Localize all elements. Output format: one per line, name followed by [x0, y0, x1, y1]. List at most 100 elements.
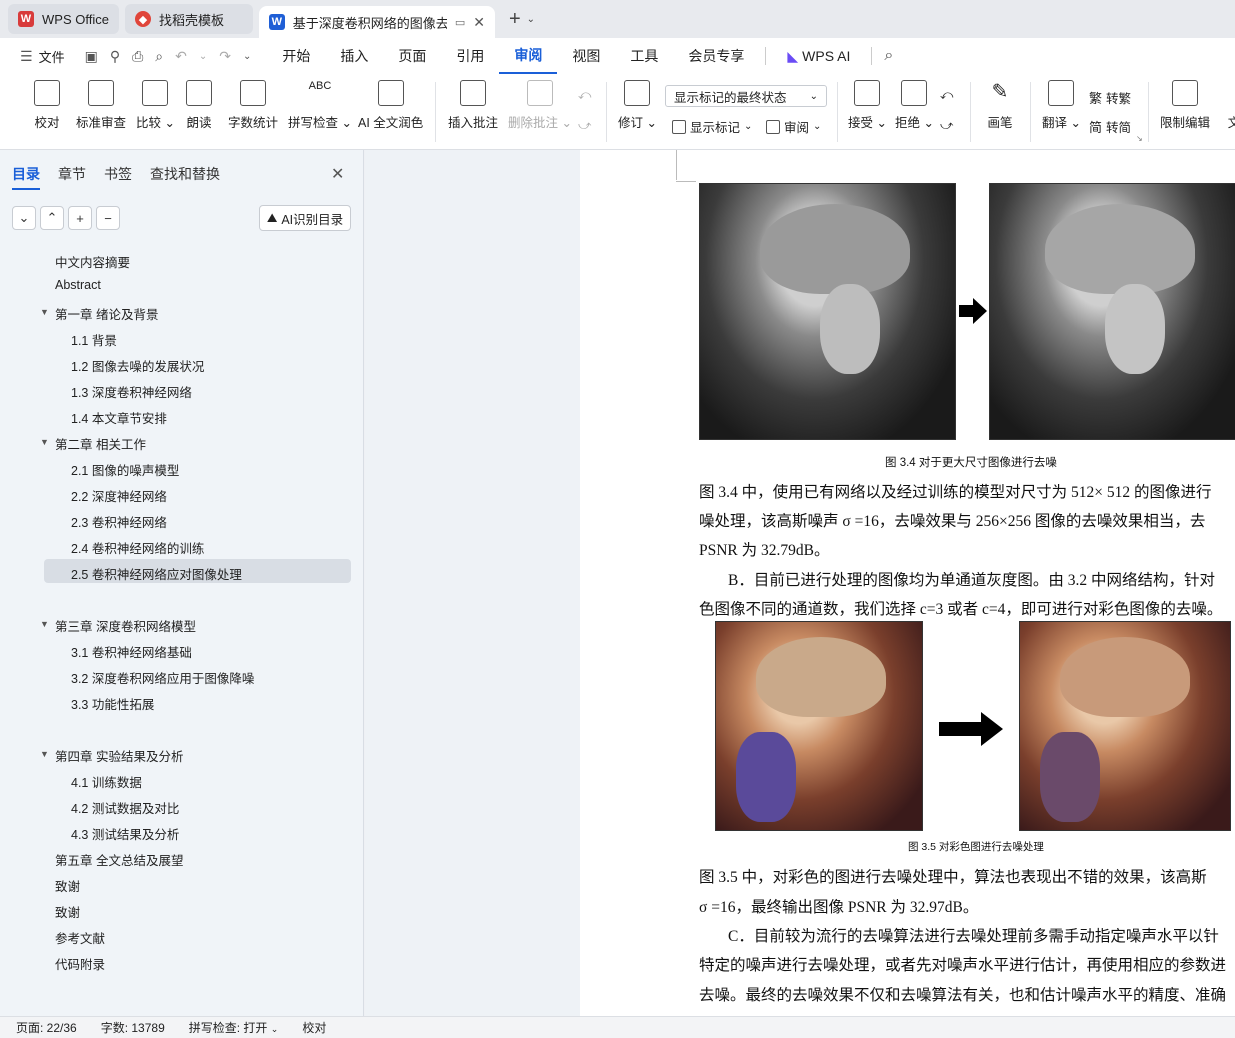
tab-sections[interactable]: 章节: [58, 164, 86, 184]
key-icon[interactable]: ⚲: [104, 48, 126, 65]
tab-toc[interactable]: 目录: [12, 164, 40, 190]
toc-item[interactable]: 第五章 全文总结及展望: [55, 850, 183, 869]
menu-item-4[interactable]: 审阅: [499, 38, 558, 74]
noisy-grayscale-image[interactable]: [699, 183, 956, 440]
menu-item-6[interactable]: 工具: [615, 38, 673, 74]
expand-up-button[interactable]: ⌃: [40, 206, 64, 230]
denoised-color-image[interactable]: [1019, 621, 1231, 831]
tab-templates[interactable]: ◆ 找稻壳模板: [124, 4, 253, 34]
new-tab-icon[interactable]: +: [509, 8, 521, 31]
menu-item-2[interactable]: 页面: [383, 38, 441, 74]
toc-item[interactable]: 第二章 相关工作: [55, 434, 146, 453]
restrict-edit-button[interactable]: 限制编辑: [1160, 80, 1210, 131]
toc-item[interactable]: 4.1 训练数据: [71, 772, 142, 791]
tab-list-chevron-icon[interactable]: ⌄: [527, 14, 535, 25]
toc-item[interactable]: 第一章 绪论及背景: [55, 304, 158, 323]
monitor-icon[interactable]: ▭: [455, 16, 465, 29]
expand-caret-icon[interactable]: ▼: [40, 437, 49, 447]
delete-comment-button[interactable]: 删除批注 ⌄: [508, 80, 572, 131]
remove-heading-button[interactable]: −: [96, 206, 120, 230]
wps-ai-menu[interactable]: ◣ WPS AI: [772, 38, 865, 74]
menu-item-1[interactable]: 插入: [325, 38, 383, 74]
toc-item[interactable]: 3.1 卷积神经网络基础: [71, 642, 192, 661]
print-preview-icon[interactable]: ⌕: [149, 48, 169, 65]
add-heading-button[interactable]: +: [68, 206, 92, 230]
prev-comment-icon[interactable]: ⤺: [578, 88, 591, 103]
expand-caret-icon[interactable]: ▼: [40, 749, 49, 759]
show-markup-button[interactable]: 显示标记 ⌄: [672, 117, 752, 136]
accept-button[interactable]: 接受 ⌄: [848, 80, 887, 131]
menu-item-3[interactable]: 引用: [441, 38, 499, 74]
toc-item[interactable]: 2.2 深度神经网络: [71, 486, 167, 505]
word-count-button[interactable]: 字数统计: [228, 80, 278, 131]
track-changes-button[interactable]: 修订 ⌄: [618, 80, 657, 131]
toc-item[interactable]: 1.3 深度卷积神经网络: [71, 382, 192, 401]
reject-button[interactable]: 拒绝 ⌄: [895, 80, 934, 131]
display-mode-select[interactable]: 显示标记的最终状态 ⌄: [665, 85, 827, 107]
to-traditional-button[interactable]: 繁转繁: [1089, 88, 1131, 107]
expand-caret-icon[interactable]: ▼: [40, 619, 49, 629]
undo-icon[interactable]: ↶: [169, 48, 193, 65]
insert-comment-button[interactable]: 插入批注: [448, 80, 498, 131]
toc-item[interactable]: 参考文献: [55, 928, 105, 947]
pen-button[interactable]: ✎ 画笔: [987, 80, 1013, 131]
noisy-color-image[interactable]: [715, 621, 923, 831]
toc-item[interactable]: 2.1 图像的噪声模型: [71, 460, 179, 479]
redo-icon[interactable]: ↷: [213, 48, 237, 65]
file-menu[interactable]: 文件: [39, 47, 65, 66]
menu-item-5[interactable]: 视图: [557, 38, 615, 74]
toc-item[interactable]: 致谢: [55, 876, 80, 895]
toc-item[interactable]: 致谢: [55, 902, 80, 921]
translate-button[interactable]: 翻译 ⌄: [1042, 80, 1081, 131]
ai-polish-button[interactable]: AI 全文润色: [358, 80, 423, 131]
more-ribbon-button[interactable]: 文: [1221, 80, 1235, 131]
toc-item[interactable]: 中文内容摘要: [55, 252, 130, 271]
undo-chevron-icon[interactable]: ⌄: [193, 51, 213, 62]
toc-item[interactable]: 4.3 测试结果及分析: [71, 824, 179, 843]
more-chevron-icon[interactable]: ⌄: [237, 51, 257, 62]
to-simplified-button[interactable]: 简转简: [1089, 117, 1131, 136]
menu-item-0[interactable]: 开始: [267, 38, 325, 74]
search-icon[interactable]: ⌕: [878, 47, 899, 65]
word-count-indicator[interactable]: 字数: 13789: [101, 1019, 165, 1036]
review-pane-button[interactable]: 审阅 ⌄: [766, 117, 821, 136]
toc-item[interactable]: 3.2 深度卷积网络应用于图像降噪: [71, 668, 254, 687]
toc-item[interactable]: 代码附录: [55, 954, 105, 973]
read-aloud-button[interactable]: 朗读: [186, 80, 212, 131]
toc-item[interactable]: Abstract: [55, 278, 101, 292]
next-comment-icon[interactable]: ⤻: [578, 118, 591, 133]
page-indicator[interactable]: 页面: 22/36: [16, 1019, 77, 1036]
spell-check-button[interactable]: ABC 拼写检查 ⌄: [288, 80, 352, 131]
tab-find-replace[interactable]: 查找和替换: [150, 164, 220, 184]
menu-item-7[interactable]: 会员专享: [673, 38, 759, 74]
denoised-grayscale-image[interactable]: [989, 183, 1235, 440]
spell-check-status[interactable]: 拼写检查: 打开 ⌄: [189, 1019, 279, 1036]
dialog-launcher-icon[interactable]: ↘: [1136, 134, 1143, 143]
standard-review-button[interactable]: 标准审查: [76, 80, 126, 131]
toc-item[interactable]: 2.4 卷积神经网络的训练: [71, 538, 204, 557]
toc-item[interactable]: 4.2 测试数据及对比: [71, 798, 179, 817]
close-panel-icon[interactable]: ✕: [331, 164, 344, 184]
compare-button[interactable]: 比较 ⌄: [136, 80, 175, 131]
prev-change-icon[interactable]: ⤺: [940, 88, 953, 103]
hamburger-icon[interactable]: ☰: [14, 48, 39, 65]
toc-item[interactable]: 2.5 卷积神经网络应对图像处理: [71, 564, 242, 583]
tab-document[interactable]: W 基于深度卷积网络的图像去噪 ▭ ✕: [258, 6, 495, 38]
close-tab-icon[interactable]: ✕: [473, 14, 485, 31]
toc-item[interactable]: 2.3 卷积神经网络: [71, 512, 167, 531]
toc-item[interactable]: 第三章 深度卷积网络模型: [55, 616, 196, 635]
toc-item[interactable]: 1.4 本文章节安排: [71, 408, 167, 427]
next-change-icon[interactable]: ⤻: [940, 118, 953, 133]
toc-item[interactable]: 1.1 背景: [71, 330, 117, 349]
proof-status[interactable]: 校对: [302, 1019, 326, 1036]
toc-item[interactable]: 第四章 实验结果及分析: [55, 746, 183, 765]
tab-wps-office[interactable]: W WPS Office: [8, 4, 119, 34]
collapse-all-button[interactable]: ⌄: [12, 206, 36, 230]
toc-item[interactable]: 3.3 功能性拓展: [71, 694, 154, 713]
ai-toc-button[interactable]: ⛰ AI识别目录: [259, 205, 351, 231]
toc-item[interactable]: 1.2 图像去噪的发展状况: [71, 356, 204, 375]
proofread-button[interactable]: 校对: [34, 80, 60, 131]
tab-bookmarks[interactable]: 书签: [104, 164, 132, 184]
save-icon[interactable]: ▣: [79, 48, 104, 65]
expand-caret-icon[interactable]: ▼: [40, 307, 49, 317]
